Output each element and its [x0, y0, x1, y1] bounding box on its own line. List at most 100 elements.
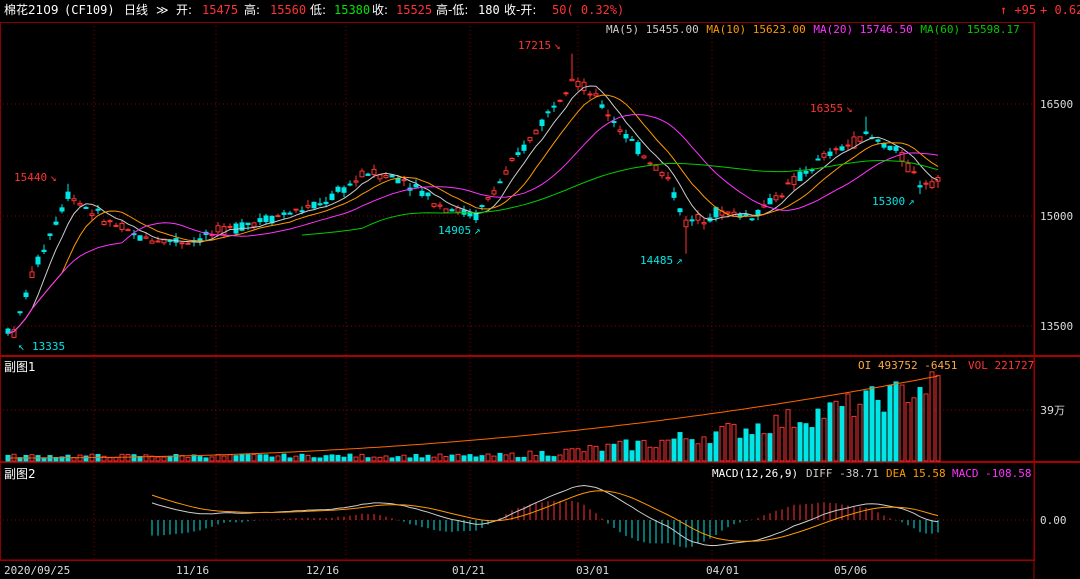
volume-bar: [323, 455, 329, 462]
candle: [41, 244, 47, 255]
volume-bar: [905, 402, 911, 462]
candle-body: [701, 222, 707, 225]
volume-bar: [737, 437, 743, 462]
candle-body: [35, 256, 41, 265]
candle: [701, 218, 707, 230]
volume-bar: [551, 456, 557, 462]
volume-bar: [689, 439, 695, 462]
candle-body: [59, 207, 65, 212]
volume-bar: [479, 455, 485, 462]
volume-bar: [743, 428, 749, 462]
volume-bar: [395, 456, 401, 462]
candle: [245, 222, 251, 231]
volume-bar: [791, 426, 797, 462]
volume-bar: [251, 453, 257, 462]
candle-body: [449, 209, 455, 212]
candle-body: [125, 229, 131, 232]
candle: [311, 201, 317, 210]
candle: [287, 210, 293, 215]
candle-body: [755, 209, 761, 216]
candle-body: [791, 176, 797, 185]
volume-bar: [725, 422, 731, 462]
diff-readout: DIFF -38.71: [806, 467, 879, 480]
price-annotation: 17215: [518, 39, 551, 52]
candle: [635, 139, 641, 157]
candle: [329, 190, 335, 201]
volume-bar: [923, 393, 929, 462]
volume-bar: [125, 454, 131, 462]
candle: [653, 164, 659, 171]
volume-bar: [671, 438, 677, 462]
candle: [611, 116, 617, 128]
volume-bar: [335, 454, 341, 462]
candle: [797, 167, 803, 181]
candle-body: [527, 137, 533, 142]
candle: [761, 199, 767, 209]
candle-body: [815, 158, 821, 161]
candle-body: [149, 240, 155, 244]
candle: [923, 180, 929, 190]
candle: [911, 166, 917, 175]
candle-body: [803, 170, 809, 174]
price-annotation: 15300: [872, 195, 905, 208]
volume-bar: [221, 455, 227, 462]
candle-body: [629, 138, 635, 141]
candle-body: [353, 180, 359, 183]
candle-body: [299, 210, 305, 213]
volume-bar: [605, 443, 611, 462]
candle-body: [713, 207, 719, 218]
candle: [341, 185, 347, 198]
candle-body: [215, 225, 221, 233]
candle: [785, 178, 791, 185]
date-tick-label: 11/16: [176, 564, 209, 577]
volume-bar: [611, 443, 617, 462]
volume-bar: [647, 446, 653, 462]
candle-body: [515, 152, 521, 156]
candle-body: [23, 292, 29, 298]
volume-bar: [281, 453, 287, 462]
volume-bar: [185, 456, 191, 462]
candle-body: [29, 271, 35, 278]
volume-bar: [287, 457, 293, 462]
candle-body: [797, 171, 803, 181]
candle: [887, 145, 893, 151]
volume-bar: [455, 453, 461, 462]
candle-body: [419, 190, 425, 196]
candle-body: [275, 215, 281, 218]
volume-bar: [377, 456, 383, 462]
candle: [839, 144, 845, 152]
candle: [485, 196, 491, 202]
candle-body: [287, 212, 293, 215]
dea-readout: DEA 15.58: [886, 467, 946, 480]
candle-body: [845, 144, 851, 147]
candle-body: [623, 134, 629, 139]
candle-body: [341, 187, 347, 193]
candle: [599, 100, 605, 110]
candle: [791, 172, 797, 191]
kline-chart[interactable]: 16500 15000 13500 2020/09/25 11/16 12/16 01/21…: [0, 0, 1080, 579]
candle: [803, 166, 809, 177]
candle-body: [185, 242, 191, 245]
candle-body: [107, 220, 113, 223]
candle: [89, 209, 95, 221]
candle-body: [71, 198, 77, 202]
candle-body: [89, 213, 95, 217]
candle-body: [113, 224, 119, 227]
volume-bar: [917, 387, 923, 462]
candle-body: [569, 78, 575, 82]
candle-body: [767, 198, 773, 205]
candles: [5, 53, 941, 339]
volume-bar: [893, 381, 899, 462]
candle: [689, 215, 695, 226]
volume-bar: [629, 450, 635, 462]
candle-body: [773, 195, 779, 201]
candle-body: [659, 172, 665, 177]
volume-bar: [431, 456, 437, 462]
candle: [5, 327, 11, 336]
candle: [419, 187, 425, 198]
candle-body: [65, 191, 71, 199]
volume-bar: [347, 453, 353, 462]
volume-bar: [329, 454, 335, 462]
volume-bar: [545, 455, 551, 462]
volume-bar: [593, 445, 599, 462]
